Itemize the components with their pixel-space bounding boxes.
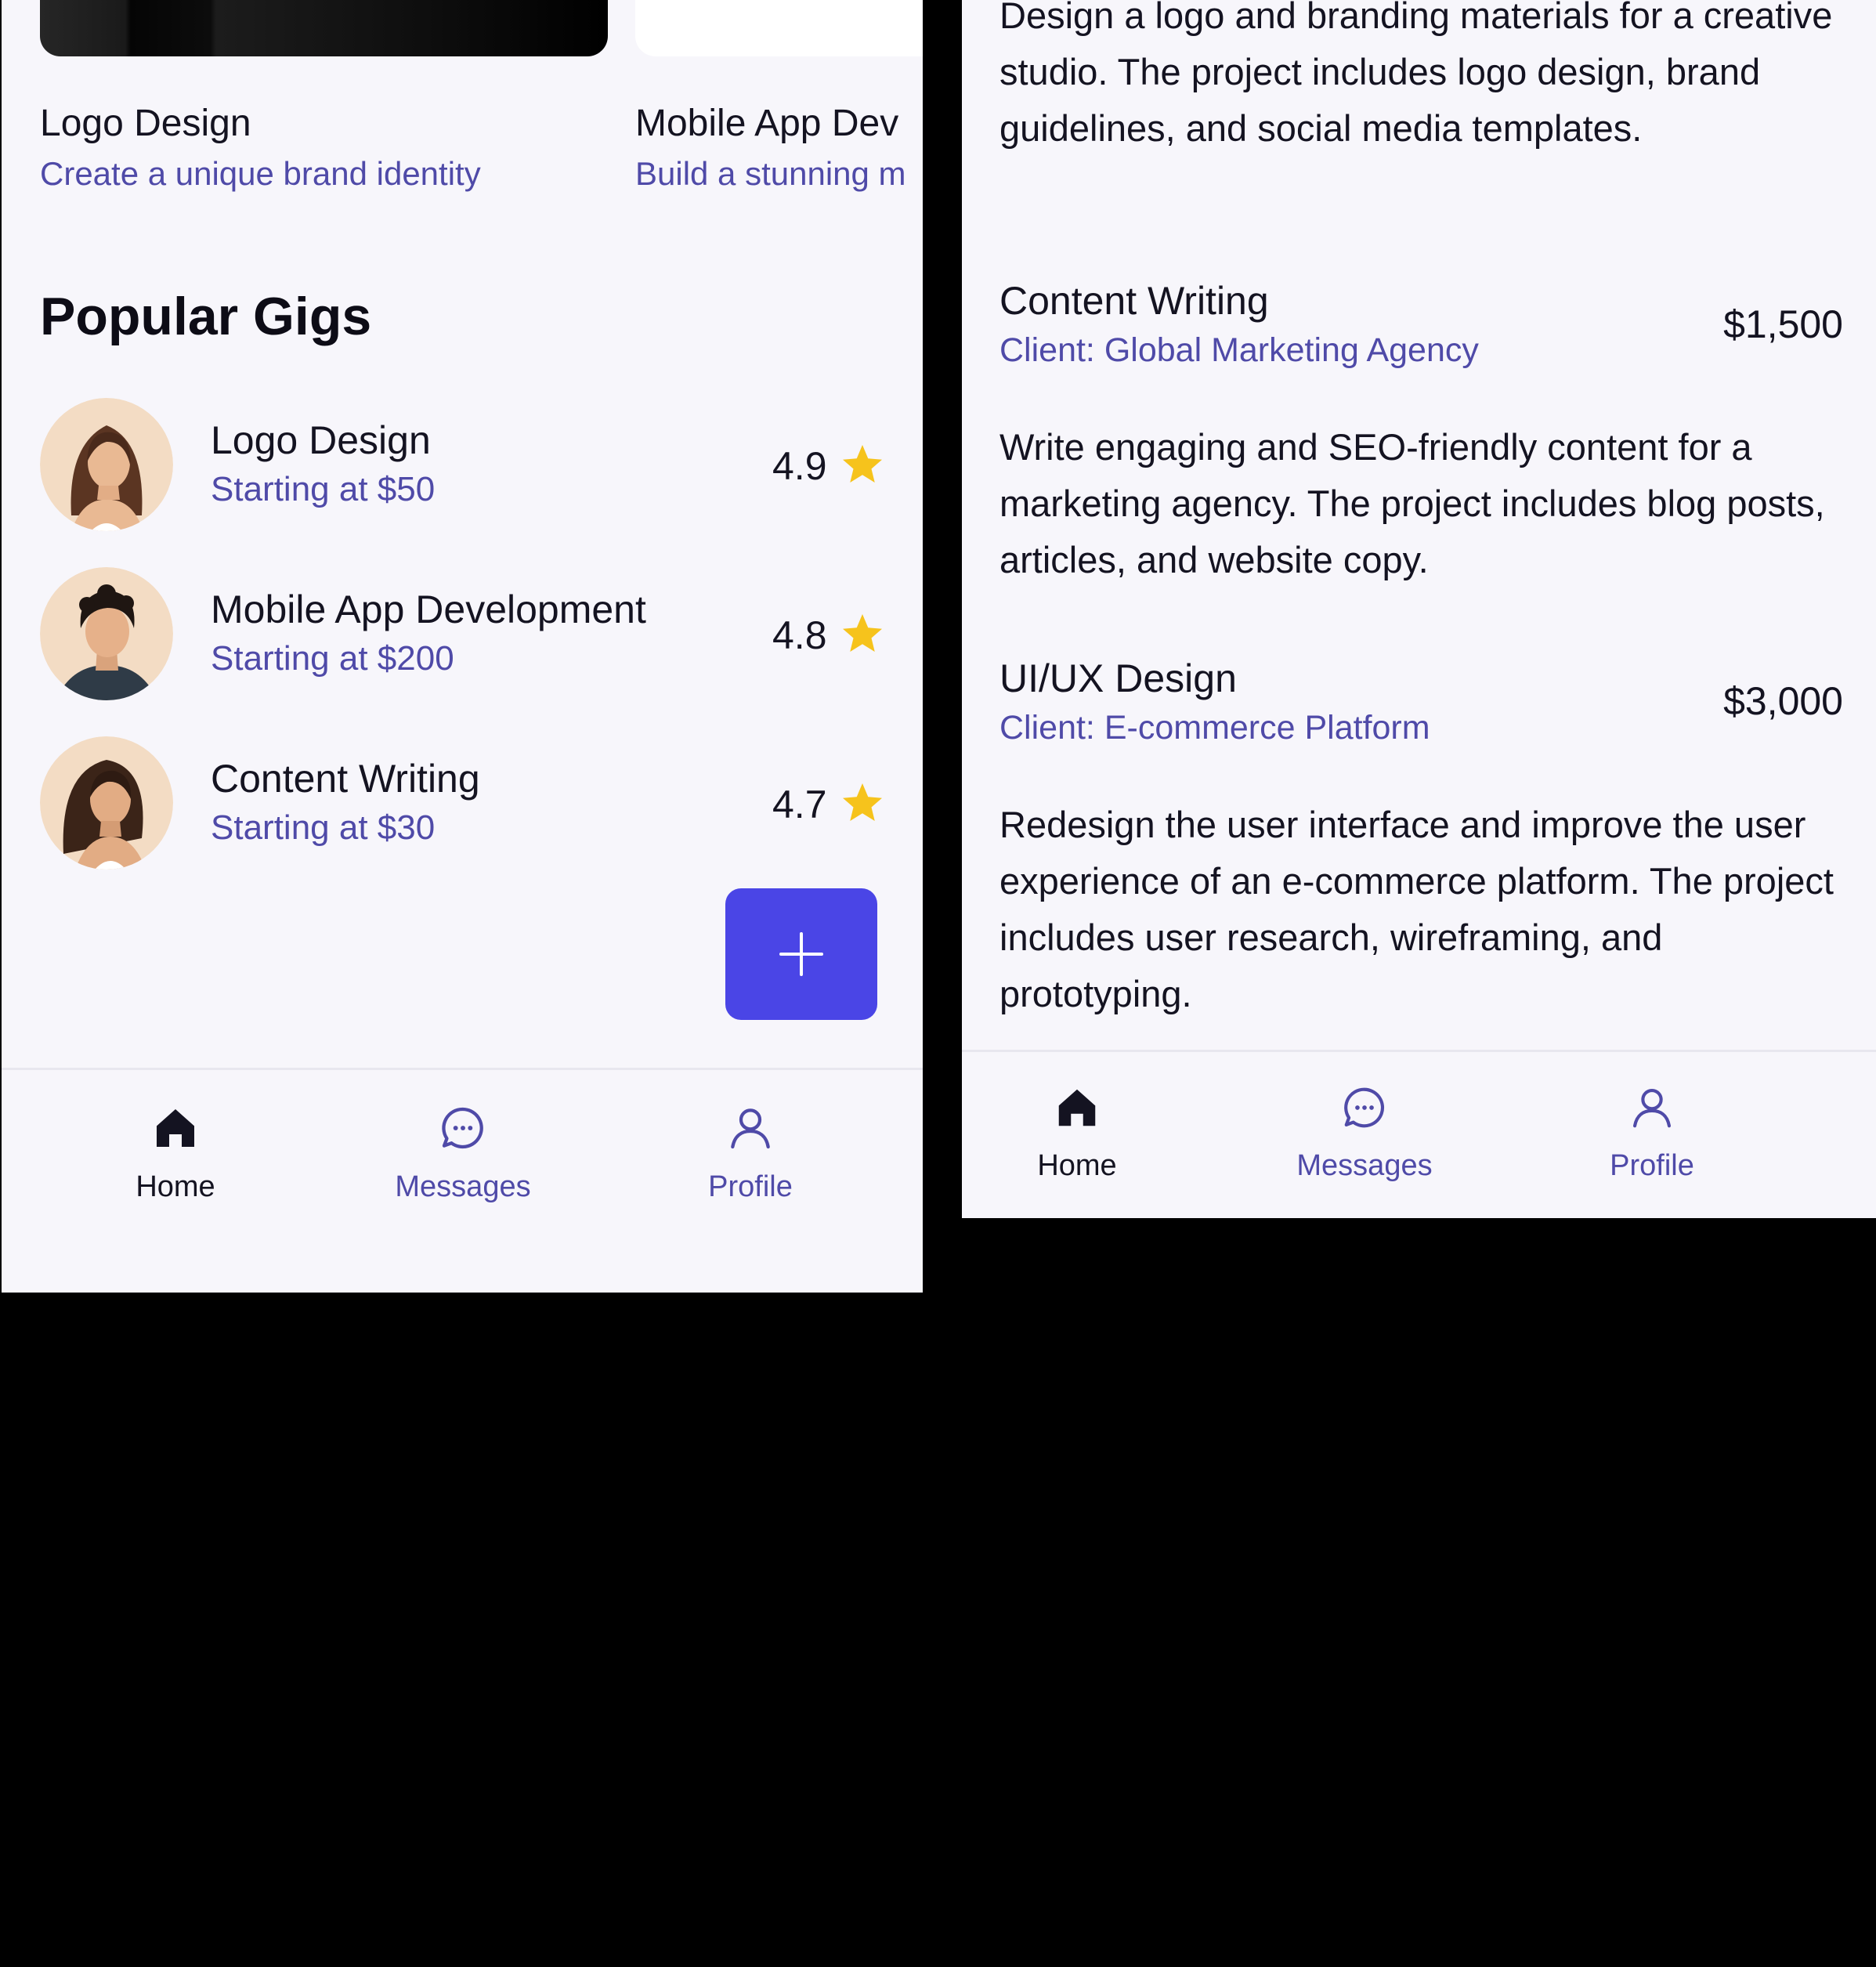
project-budget: $1,500 <box>1723 302 1843 346</box>
section-title: Popular Gigs <box>40 287 372 346</box>
featured-card-title[interactable]: Mobile App Dev <box>635 102 923 145</box>
plus-icon <box>779 932 823 976</box>
home-icon <box>1058 1089 1096 1126</box>
gig-rating: 4.7 <box>772 783 827 826</box>
gig-list-item[interactable]: Logo Design Starting at $50 4.9 <box>40 398 886 531</box>
gig-rating: 4.8 <box>772 613 827 657</box>
bottom-navigation: Home Messages Profile <box>2 1068 923 1293</box>
nav-label-home: Home <box>136 1170 215 1203</box>
home-icon <box>157 1109 194 1147</box>
nav-label-home: Home <box>1037 1149 1117 1182</box>
gig-name: Logo Design <box>211 418 431 462</box>
bottom-navigation: Home Messages Profile <box>962 1050 1876 1218</box>
user-icon <box>1632 1088 1672 1128</box>
avatar <box>40 567 173 700</box>
gig-name: Mobile App Development <box>211 588 646 631</box>
featured-card-title[interactable]: Logo Design <box>40 102 251 145</box>
featured-card-image-logo-design[interactable] <box>40 0 608 56</box>
nav-item-messages[interactable]: Messages <box>361 1103 565 1204</box>
chat-icon <box>1344 1087 1385 1128</box>
gig-price: Starting at $50 <box>211 470 436 508</box>
gig-list-item[interactable]: Mobile App Development Starting at $200 … <box>40 567 886 700</box>
nav-item-home[interactable]: Home <box>74 1103 277 1204</box>
featured-card-subtitle: Build a stunning m <box>635 155 906 192</box>
gig-list-item[interactable]: Content Writing Starting at $30 4.7 <box>40 736 886 870</box>
projects-screen: Design a logo and branding materials for… <box>962 0 1876 1218</box>
gig-price: Starting at $30 <box>211 808 436 847</box>
nav-item-home[interactable]: Home <box>975 1083 1179 1183</box>
nav-item-profile[interactable]: Profile <box>649 1103 852 1204</box>
add-gig-button[interactable] <box>725 888 877 1020</box>
nav-label-profile: Profile <box>1610 1149 1694 1182</box>
nav-item-messages[interactable]: Messages <box>1263 1083 1466 1183</box>
project-title[interactable]: UI/UX Design <box>999 656 1237 701</box>
gig-name: Content Writing <box>211 757 480 801</box>
featured-card-subtitle: Create a unique brand identity <box>40 155 481 192</box>
project-description: Redesign the user interface and improve … <box>999 804 1834 1014</box>
project-client: Client: E-commerce Platform <box>999 709 1430 747</box>
nav-label-profile: Profile <box>708 1170 793 1203</box>
project-description: Write engaging and SEO-friendly content … <box>999 426 1825 580</box>
gig-rating: 4.9 <box>772 444 827 488</box>
avatar <box>40 398 173 531</box>
project-description: Design a logo and branding materials for… <box>999 0 1833 149</box>
star-icon <box>843 783 882 821</box>
home-screen: Logo Design Create a unique brand identi… <box>2 0 923 1293</box>
nav-label-messages: Messages <box>395 1170 531 1203</box>
star-icon <box>843 445 882 483</box>
nav-label-messages: Messages <box>1296 1149 1433 1182</box>
star-icon <box>843 614 882 652</box>
featured-card-image-mobile-app[interactable] <box>635 0 923 56</box>
project-title[interactable]: Content Writing <box>999 278 1269 324</box>
gig-price: Starting at $200 <box>211 639 454 678</box>
avatar <box>40 736 173 870</box>
nav-item-profile[interactable]: Profile <box>1550 1083 1754 1183</box>
project-budget: $3,000 <box>1723 679 1843 723</box>
project-client: Client: Global Marketing Agency <box>999 331 1479 369</box>
chat-icon <box>442 1107 483 1149</box>
user-icon <box>731 1108 770 1149</box>
